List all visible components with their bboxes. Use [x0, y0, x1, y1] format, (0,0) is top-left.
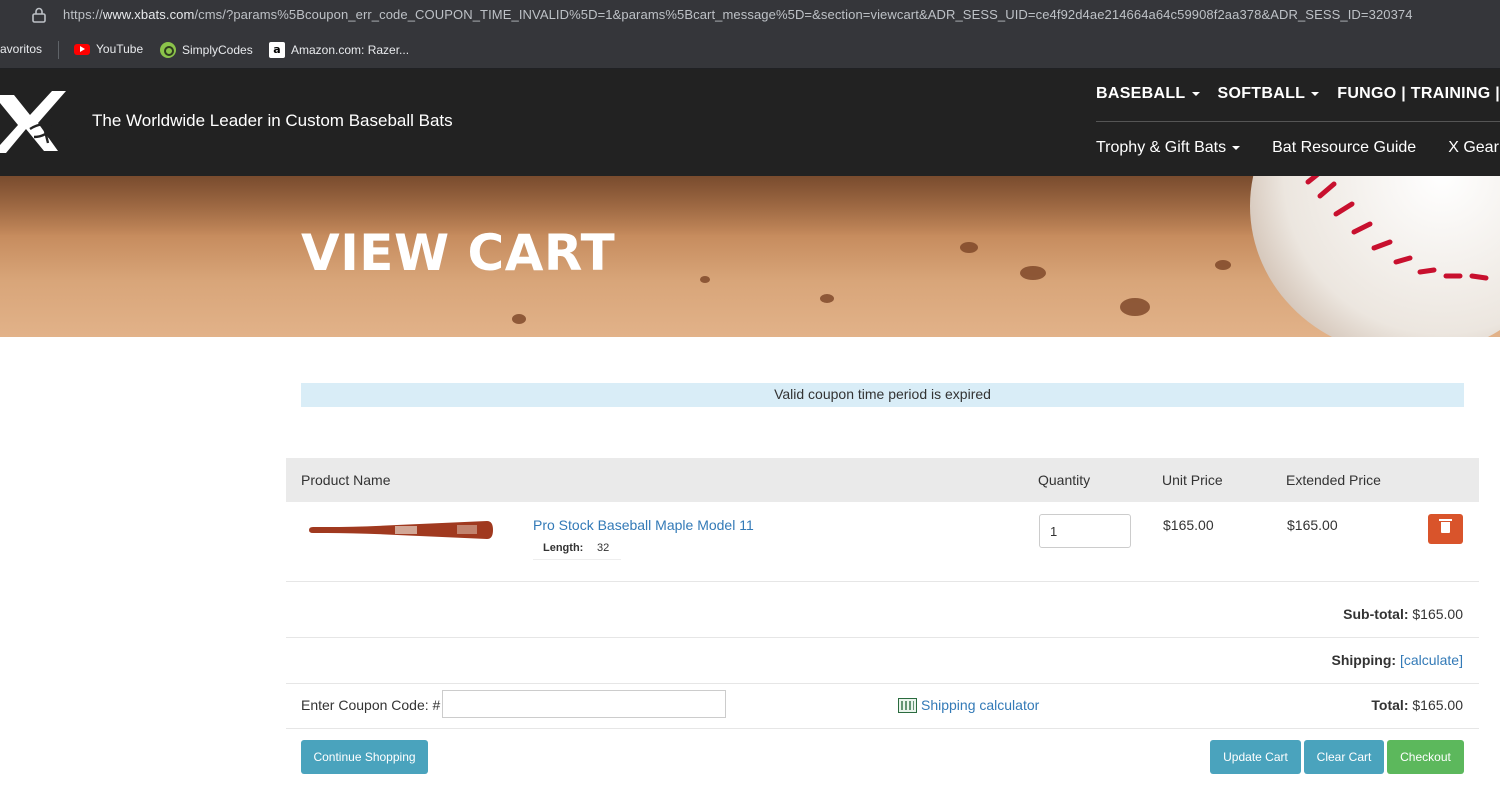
hero-banner: VIEW CART — [0, 176, 1500, 337]
nav-bat-resource-guide[interactable]: Bat Resource Guide — [1272, 139, 1416, 157]
col-quantity: Quantity — [1038, 472, 1091, 488]
nav-resource-label: Bat Resource Guide — [1272, 139, 1417, 156]
site-header: The Worldwide Leader in Custom Baseball … — [0, 69, 1500, 176]
nav-softball-label: SOFTBALL — [1217, 85, 1306, 102]
bookmark-simplycodes-label: SimplyCodes — [182, 43, 253, 57]
product-option-length: Length: 32 — [533, 538, 621, 560]
url-path: /cms/?params%5Bcoupon_err_code_COUPON_TI… — [194, 7, 1413, 22]
row-divider — [286, 637, 1479, 638]
clear-cart-button[interactable]: Clear Cart — [1304, 740, 1384, 774]
page-title: VIEW CART — [301, 224, 616, 282]
option-label: Length: — [543, 542, 584, 554]
cart-table-header: Product Name Quantity Unit Price Extende… — [286, 458, 1479, 502]
dirt-clump — [700, 276, 710, 283]
dirt-clump — [1020, 266, 1046, 280]
caret-down-icon — [1191, 92, 1200, 96]
shipping-calculator-label: Shipping calculator — [921, 697, 1040, 713]
dirt-clump — [1215, 260, 1231, 270]
lock-icon — [32, 7, 46, 23]
bookmarks-bar: avoritos YouTube SimplyCodes a Amazon.com… — [0, 31, 1500, 69]
total-row: Total: $165.00 — [1371, 697, 1463, 713]
remove-item-button[interactable] — [1428, 514, 1463, 544]
dirt-clump — [512, 314, 526, 324]
coupon-label: Enter Coupon Code: # — [301, 697, 441, 713]
subtotal-value: $165.00 — [1412, 606, 1463, 622]
checkout-button[interactable]: Checkout — [1387, 740, 1464, 774]
coupon-code-input[interactable] — [442, 690, 726, 718]
total-value: $165.00 — [1412, 697, 1463, 713]
youtube-icon — [74, 43, 90, 55]
bookmarks-separator — [58, 41, 59, 59]
caret-down-icon — [1311, 92, 1320, 96]
calculate-shipping-link[interactable]: [calculate] — [1400, 652, 1463, 668]
nav-baseball[interactable]: BASEBALL — [1096, 85, 1200, 103]
product-name-link[interactable]: Pro Stock Baseball Maple Model 11 — [533, 517, 754, 533]
shipping-label: Shipping: — [1331, 652, 1397, 668]
bookmark-favorites-label: avoritos — [0, 42, 43, 56]
bookmark-favorites[interactable]: avoritos — [0, 42, 42, 56]
continue-shopping-button[interactable]: Continue Shopping — [301, 740, 428, 774]
nav-xgear-label: X Gear — [1448, 139, 1499, 156]
simplycodes-icon — [160, 42, 176, 58]
row-divider — [286, 581, 1479, 582]
shipping-calculator-link[interactable]: Shipping calculator — [898, 697, 1039, 713]
url-prefix: https:// — [63, 7, 103, 22]
browser-address-bar[interactable]: https://www.xbats.com/cms/?params%5Bcoup… — [0, 0, 1500, 31]
nav-x-gear[interactable]: X Gear — [1448, 139, 1499, 157]
nav-fungo-training-coach[interactable]: FUNGO | TRAINING | COACH — [1337, 85, 1500, 103]
primary-nav: BASEBALL SOFTBALL FUNGO | TRAINING | COA… — [1096, 85, 1500, 103]
url-text[interactable]: https://www.xbats.com/cms/?params%5Bcoup… — [63, 7, 1413, 22]
dirt-clump — [820, 294, 834, 303]
bookmark-simplycodes[interactable]: SimplyCodes — [160, 42, 253, 58]
caret-down-icon — [1232, 146, 1241, 150]
row-divider — [286, 683, 1479, 684]
secondary-nav: Trophy & Gift Bats Bat Resource Guide X … — [1096, 139, 1499, 157]
extended-price: $165.00 — [1287, 517, 1338, 533]
bookmark-youtube-label: YouTube — [96, 42, 144, 56]
quantity-input[interactable] — [1039, 514, 1131, 548]
url-domain: www.xbats.com — [102, 7, 195, 22]
option-value: 32 — [597, 542, 610, 554]
nav-trophy-label: Trophy & Gift Bats — [1096, 139, 1227, 156]
amazon-icon: a — [269, 42, 285, 58]
coupon-alert: Valid coupon time period is expired — [301, 383, 1464, 407]
total-label: Total: — [1371, 697, 1409, 713]
baseball-stitches — [1305, 176, 1489, 281]
subtotal-label: Sub-total: — [1343, 606, 1409, 622]
nav-trophy-gift-bats[interactable]: Trophy & Gift Bats — [1096, 139, 1241, 157]
nav-softball[interactable]: SOFTBALL — [1218, 85, 1320, 103]
unit-price: $165.00 — [1163, 517, 1214, 533]
dirt-clump — [960, 242, 978, 253]
bookmark-amazon-label: Amazon.com: Razer... — [291, 43, 410, 57]
col-extended-price: Extended Price — [1286, 472, 1381, 488]
col-unit-price: Unit Price — [1162, 472, 1223, 488]
subtotal-row: Sub-total: $165.00 — [1343, 606, 1463, 622]
nav-baseball-label: BASEBALL — [1096, 85, 1186, 102]
nav-fungo-label: FUNGO | TRAINING | COACH — [1337, 85, 1500, 102]
bookmark-youtube[interactable]: YouTube — [74, 42, 143, 56]
dirt-clump — [1120, 298, 1150, 316]
xbat-logo[interactable] — [0, 89, 80, 155]
calculator-icon — [898, 697, 917, 713]
bookmark-amazon[interactable]: a Amazon.com: Razer... — [269, 42, 409, 58]
product-bat-image[interactable] — [307, 518, 495, 542]
trash-icon — [1439, 519, 1452, 533]
site-tagline: The Worldwide Leader in Custom Baseball … — [92, 111, 453, 130]
nav-divider — [1096, 121, 1500, 122]
col-product-name: Product Name — [301, 472, 391, 488]
update-cart-button[interactable]: Update Cart — [1210, 740, 1301, 774]
shipping-row: Shipping: [calculate] — [1332, 652, 1463, 668]
row-divider — [286, 728, 1479, 729]
